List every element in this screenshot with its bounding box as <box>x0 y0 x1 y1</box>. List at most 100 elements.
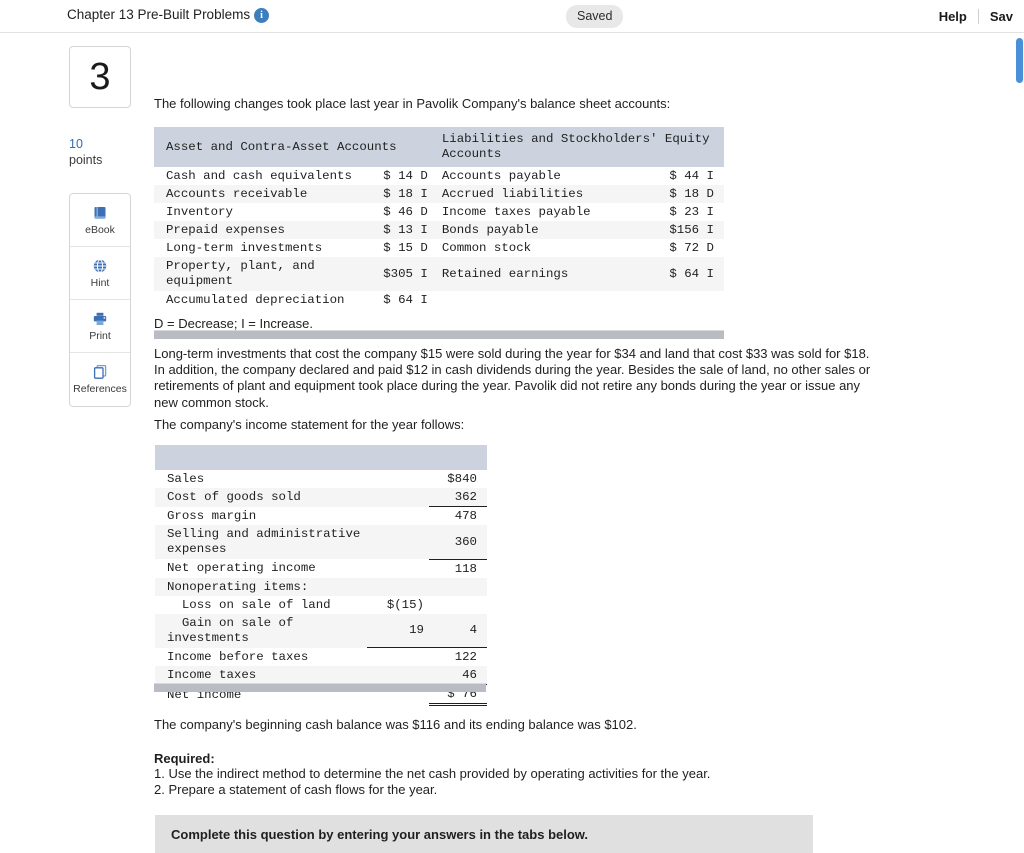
cell-n2: 118 <box>454 561 477 576</box>
cell-n2: 4 <box>429 613 487 648</box>
points-block: 10 points <box>69 137 139 168</box>
cell-n1 <box>367 470 429 488</box>
cell-liability: Accrued liabilities <box>441 187 584 201</box>
question-rail: 3 10 points eBook Hint Print References <box>0 33 152 853</box>
info-icon[interactable]: i <box>254 8 269 23</box>
ebook-label: eBook <box>85 223 115 236</box>
printer-icon <box>92 311 108 327</box>
header-blank-n2 <box>429 445 487 470</box>
balance-sheet-changes-table: Asset and Contra-Asset Accounts Liabilit… <box>154 127 724 309</box>
cell-n2 <box>429 596 487 614</box>
cell-n1: 19 <box>367 613 429 648</box>
cell-asset: Prepaid expenses <box>166 223 285 237</box>
cell-n1 <box>367 525 429 559</box>
cash-balance-text: The company's beginning cash balance was… <box>154 717 637 732</box>
cell-liability: Retained earnings <box>441 267 569 281</box>
cell-asset: Cash and cash equivalents <box>166 169 352 183</box>
cell-label: Income before taxes <box>167 649 309 664</box>
cell-liability-amount: $ 44 I <box>669 169 714 183</box>
cell-liability-amount: $156 I <box>669 223 714 237</box>
table-row: Income taxes 46 <box>155 666 487 685</box>
legend-text: D = Decrease; I = Increase. <box>154 316 313 331</box>
table-row: Inventory $ 46 D Income taxes payable $ … <box>154 203 724 221</box>
cell-label: Loss on sale of land <box>167 597 331 612</box>
cell-n1 <box>367 559 429 578</box>
save-button[interactable]: Sav <box>979 9 1024 24</box>
top-bar: Chapter 13 Pre-Built Problems i Saved He… <box>0 0 1024 33</box>
table-row: Loss on sale of land $(15) <box>155 595 487 614</box>
table-row: Sales $840 <box>155 470 487 488</box>
cell-n2: 362 <box>429 488 487 507</box>
required-item-1: 1. Use the indirect method to determine … <box>154 766 711 781</box>
cell-asset-amount: $ 64 I <box>383 293 428 307</box>
copy-icon <box>92 364 108 380</box>
tool-panel: eBook Hint Print References <box>69 193 131 407</box>
status-badge: Saved <box>566 5 624 28</box>
vertical-scrollbar-thumb[interactable] <box>1016 38 1023 83</box>
cell-liability-amount: $ 64 I <box>669 267 714 281</box>
cell-n2: 478 <box>454 509 477 523</box>
table-row: Cost of goods sold 362 <box>155 488 487 507</box>
income-intro-text: The company's income statement for the y… <box>154 417 465 432</box>
cell-asset-amount: $ 13 I <box>383 223 428 237</box>
book-icon <box>92 205 108 221</box>
required-item-2: 2. Prepare a statement of cash flows for… <box>154 782 438 797</box>
header-liabilities: Liabilities and Stockholders' Equity Acc… <box>441 132 710 161</box>
table-row: Property, plant, and equipment $305 I Re… <box>154 257 724 291</box>
points-value: 10 <box>69 137 83 151</box>
cell-liability: Bonds payable <box>441 223 539 237</box>
references-label: References <box>73 383 127 395</box>
hint-button[interactable]: Hint <box>70 247 130 300</box>
cell-label: Nonoperating items: <box>167 579 309 594</box>
header-assets: Asset and Contra-Asset Accounts <box>166 139 397 154</box>
income-table-horizontal-scrollbar[interactable] <box>154 683 486 692</box>
tabs-instruction-banner: Complete this question by entering your … <box>155 815 813 853</box>
table-row: Prepaid expenses $ 13 I Bonds payable $1… <box>154 221 724 239</box>
table-row: Net operating income 118 <box>155 559 487 578</box>
cell-asset: Accumulated depreciation <box>166 293 345 307</box>
table-row: Income before taxes 122 <box>155 647 487 667</box>
cell-asset: Accounts receivable <box>166 187 308 201</box>
cell-n1 <box>367 578 429 596</box>
cell-n1 <box>367 648 429 667</box>
cell-n1 <box>367 507 429 526</box>
cell-liability-amount: $ 23 I <box>669 205 714 219</box>
help-button[interactable]: Help <box>928 9 978 24</box>
cell-n2: $840 <box>447 472 477 486</box>
table-row: Gross margin 478 <box>155 506 487 526</box>
top-bar-actions: Help Sav <box>928 6 1024 26</box>
cell-liability-amount <box>651 291 724 309</box>
page-title: Chapter 13 Pre-Built Problems <box>67 7 251 22</box>
table-header-row: Asset and Contra-Asset Accounts Liabilit… <box>154 127 724 167</box>
references-button[interactable]: References <box>70 353 130 406</box>
cell-liability-amount: $ 72 D <box>669 241 714 255</box>
cell-n2: 46 <box>429 666 487 685</box>
cell-label: Cost of goods sold <box>167 490 301 505</box>
print-label: Print <box>89 329 111 342</box>
globe-icon <box>92 258 108 274</box>
cell-asset-amount: $ 15 D <box>383 241 428 255</box>
cell-label: Sales <box>167 472 205 486</box>
narrative-text: Long-term investments that cost the comp… <box>154 346 871 410</box>
question-number: 3 <box>89 56 111 98</box>
table-row: Accumulated depreciation $ 64 I <box>154 291 724 309</box>
table-row: Cash and cash equivalents $ 14 D Account… <box>154 167 724 185</box>
cell-n1 <box>367 488 429 507</box>
points-label: points <box>69 153 103 167</box>
cell-n2 <box>429 578 487 596</box>
cell-asset-amount: $305 I <box>383 267 428 281</box>
cell-liability: Common stock <box>441 241 532 255</box>
cell-n1: $(15) <box>386 597 424 612</box>
print-button[interactable]: Print <box>70 300 130 353</box>
required-heading: Required: <box>154 751 215 766</box>
header-blank <box>155 445 367 470</box>
ebook-button[interactable]: eBook <box>70 194 130 247</box>
cell-n2: 360 <box>429 525 487 560</box>
cell-label: Gross margin <box>167 508 257 523</box>
cell-n2: 122 <box>454 650 477 664</box>
table-header-row <box>155 445 487 470</box>
table-row: Long-term investments $ 15 D Common stoc… <box>154 239 724 257</box>
income-statement-table: Sales $840 Cost of goods sold 362 Gross … <box>155 445 487 706</box>
cell-asset-amount: $ 46 D <box>383 205 428 219</box>
cell-label: Net operating income <box>167 561 316 576</box>
